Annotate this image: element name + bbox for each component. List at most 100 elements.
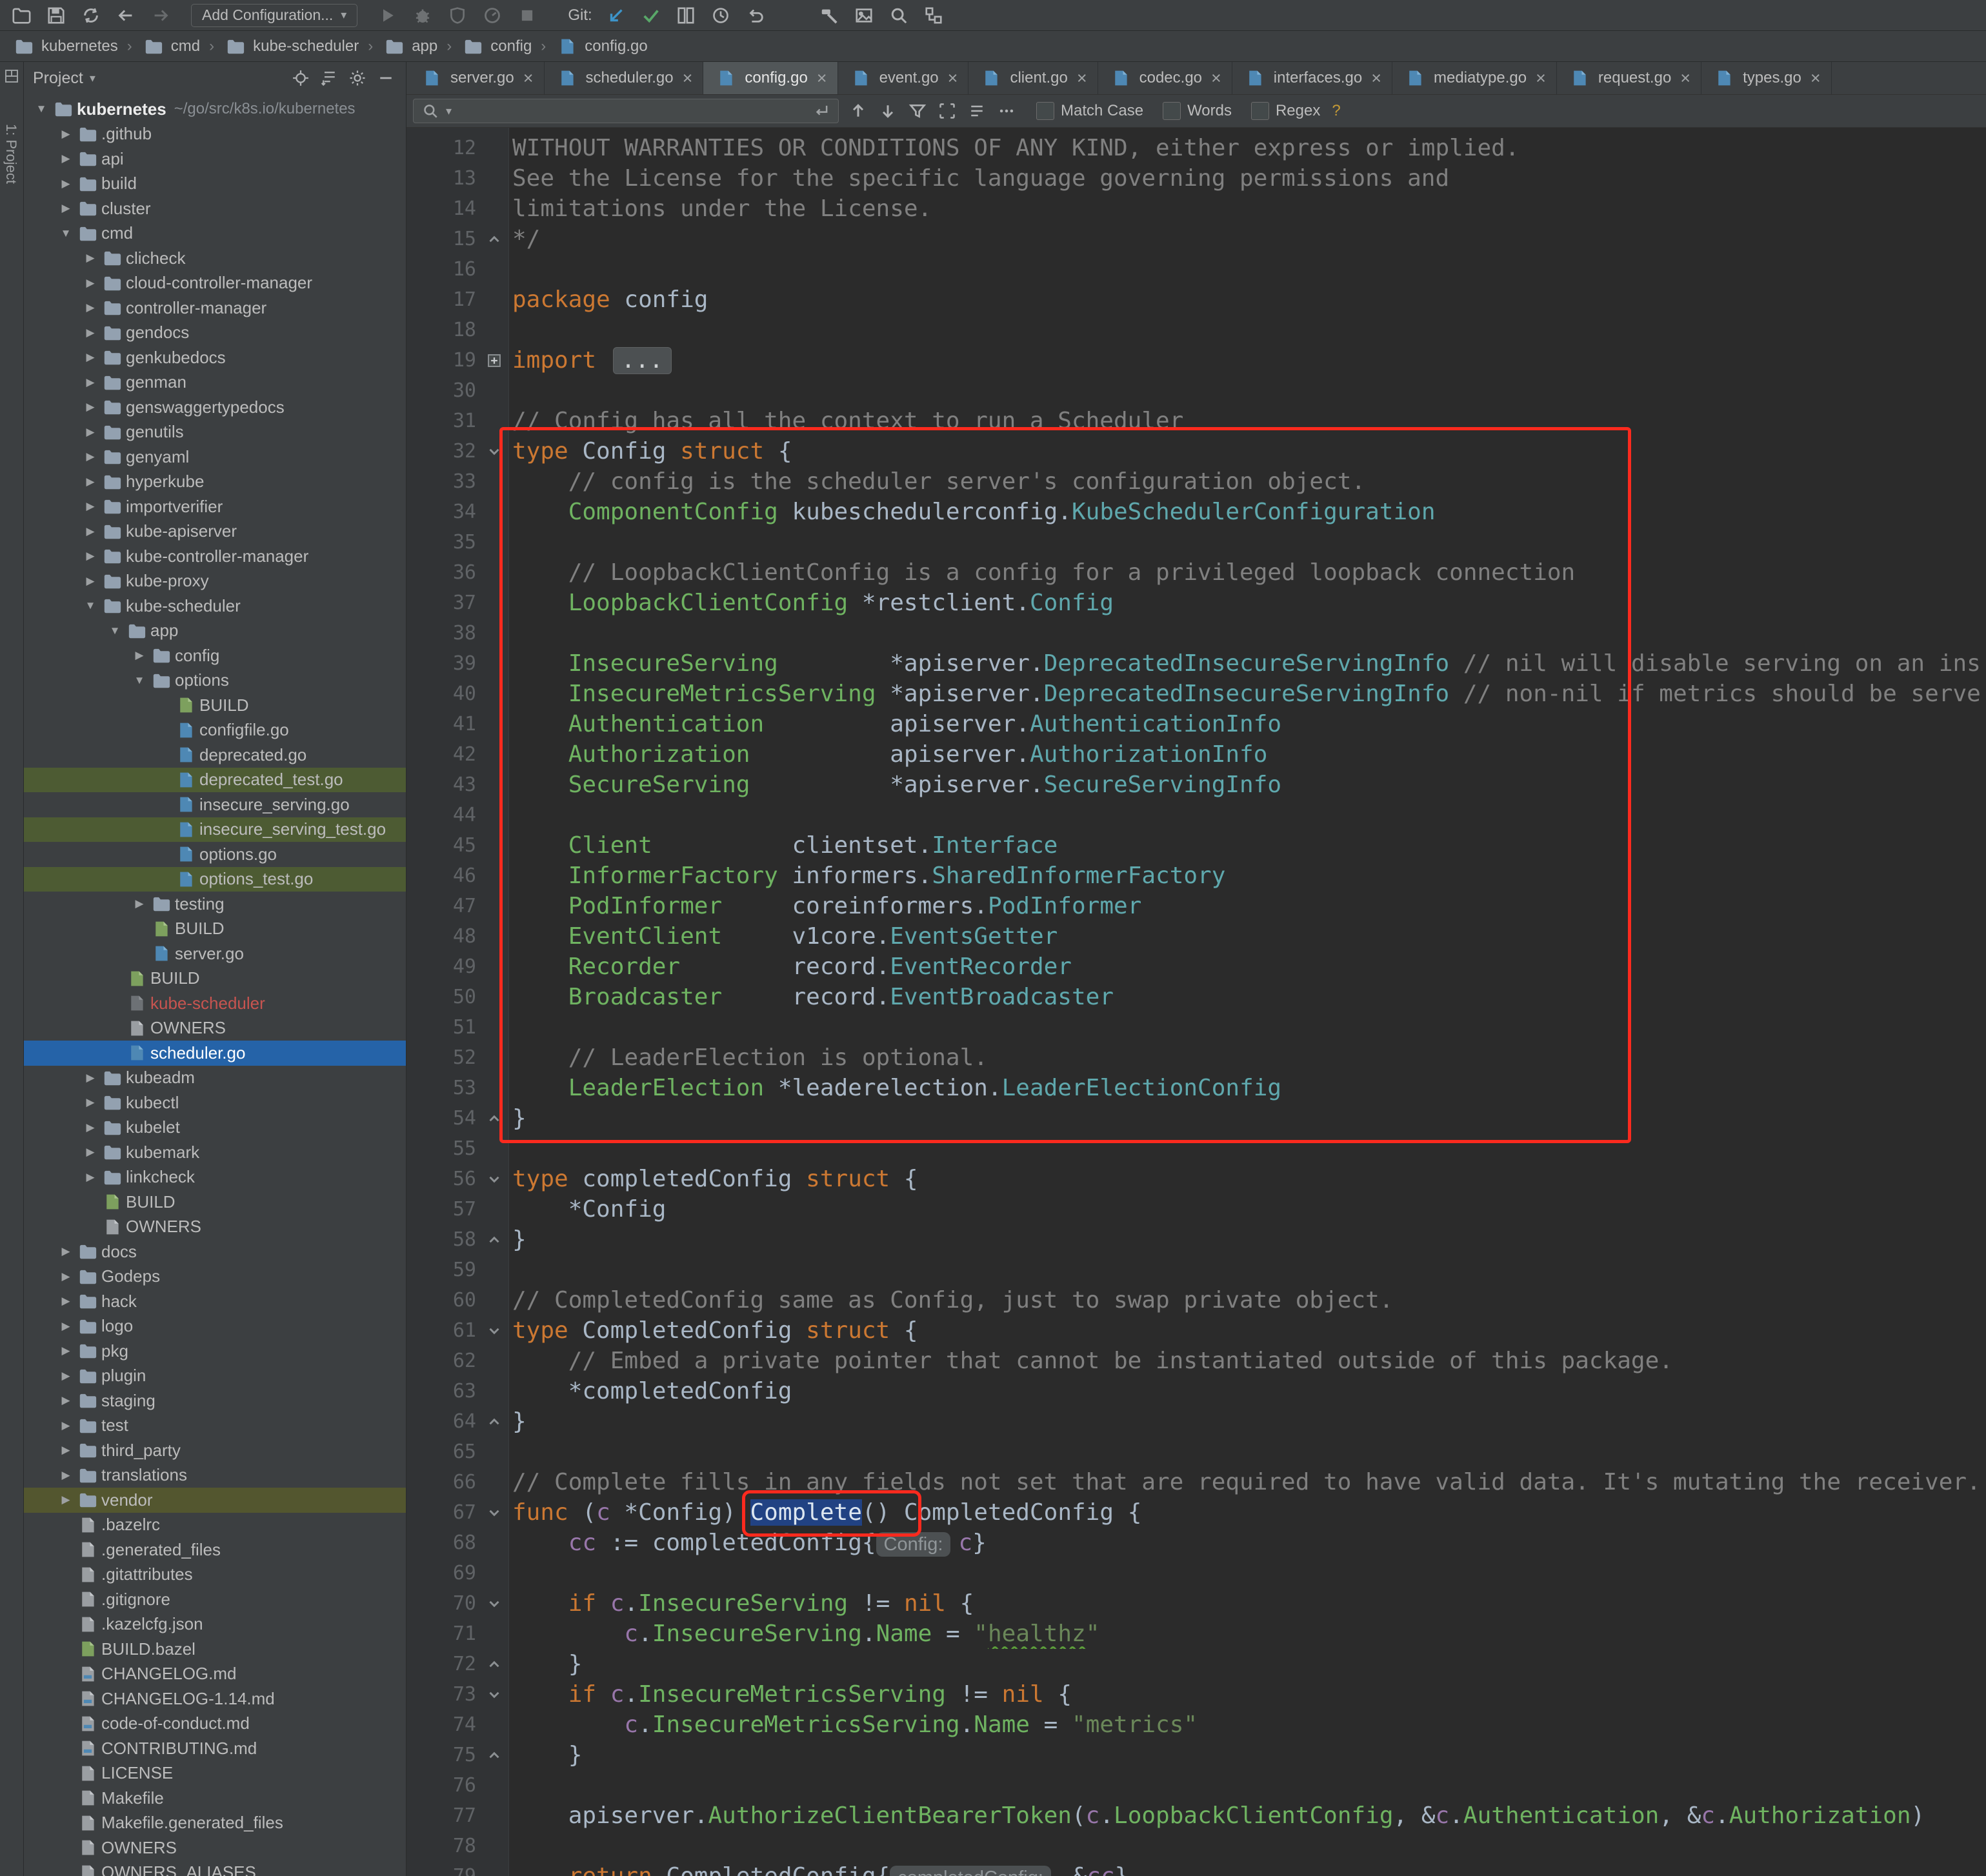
expand-arrow[interactable]: ▶ — [130, 897, 149, 910]
expand-arrow[interactable]: ▼ — [56, 227, 75, 240]
git-update-icon[interactable] — [605, 5, 627, 26]
tree-item[interactable]: deprecated_test.go — [24, 768, 406, 793]
line-number[interactable]: 50 — [406, 982, 480, 1012]
tree-item[interactable]: ▶importverifier — [24, 494, 406, 519]
profiler-icon[interactable] — [481, 5, 503, 26]
tree-item[interactable]: ▼cmd — [24, 221, 406, 246]
collapse-all-icon[interactable] — [318, 67, 340, 89]
editor-tab[interactable]: request.go× — [1557, 62, 1701, 94]
line-number[interactable]: 72 — [406, 1649, 480, 1679]
expand-arrow[interactable]: ▶ — [56, 1370, 75, 1382]
project-structure-icon[interactable] — [923, 5, 945, 26]
line-number[interactable]: 38 — [406, 618, 480, 648]
tree-item[interactable]: ▶kube-apiserver — [24, 519, 406, 544]
tree-item[interactable]: ▶gendocs — [24, 321, 406, 346]
tree-item[interactable]: options.go — [24, 842, 406, 867]
line-number[interactable]: 18 — [406, 315, 480, 345]
line-number[interactable]: 45 — [406, 830, 480, 861]
tool-window-grid-icon[interactable] — [4, 68, 19, 87]
fold-marker[interactable] — [480, 1656, 508, 1673]
expand-arrow[interactable]: ▶ — [81, 1171, 100, 1184]
tree-item[interactable]: ▶vendor — [24, 1488, 406, 1513]
fold-marker[interactable] — [480, 1232, 508, 1248]
line-number[interactable]: 67 — [406, 1497, 480, 1528]
build-icon[interactable] — [818, 5, 840, 26]
expand-arrow[interactable]: ▶ — [130, 649, 149, 662]
line-number[interactable]: 37 — [406, 588, 480, 618]
expand-arrow[interactable]: ▶ — [81, 1121, 100, 1134]
back-icon[interactable] — [115, 5, 137, 26]
tree-item[interactable]: ▶genman — [24, 370, 406, 395]
breadcrumb-item[interactable]: cmd — [141, 37, 200, 56]
expand-arrow[interactable]: ▼ — [81, 599, 100, 612]
line-number[interactable]: 75 — [406, 1740, 480, 1770]
expand-arrow[interactable]: ▶ — [81, 252, 100, 264]
tree-item[interactable]: ▶api — [24, 146, 406, 172]
gear-icon[interactable] — [346, 67, 368, 89]
history-icon[interactable] — [710, 5, 732, 26]
line-number[interactable]: 77 — [406, 1801, 480, 1831]
line-number[interactable]: 64 — [406, 1406, 480, 1437]
line-number[interactable]: 52 — [406, 1043, 480, 1073]
line-number[interactable]: 57 — [406, 1194, 480, 1224]
tree-item[interactable]: ▶kubelet — [24, 1115, 406, 1141]
line-number[interactable]: 36 — [406, 557, 480, 588]
tree-item[interactable]: ▶testing — [24, 892, 406, 917]
fold-marker[interactable] — [480, 1413, 508, 1430]
tree-item[interactable]: OWNERS — [24, 1215, 406, 1240]
tree-item[interactable]: ▶docs — [24, 1239, 406, 1264]
expand-arrow[interactable]: ▶ — [81, 550, 100, 563]
tree-item[interactable]: ▶translations — [24, 1463, 406, 1488]
expand-arrow[interactable]: ▶ — [56, 1493, 75, 1506]
expand-arrow[interactable]: ▼ — [32, 103, 51, 115]
expand-arrow[interactable]: ▶ — [56, 1270, 75, 1283]
line-number[interactable]: 15 — [406, 224, 480, 254]
tab-close-icon[interactable]: × — [1371, 68, 1381, 88]
tab-close-icon[interactable]: × — [683, 68, 693, 88]
breadcrumb-item[interactable]: kube-scheduler — [223, 37, 359, 56]
stop-icon[interactable] — [516, 5, 538, 26]
line-number[interactable]: 69 — [406, 1558, 480, 1588]
expand-arrow[interactable]: ▶ — [81, 277, 100, 290]
tree-item[interactable]: BUILD.bazel — [24, 1637, 406, 1662]
line-number[interactable]: 41 — [406, 709, 480, 739]
coverage-icon[interactable] — [446, 5, 468, 26]
tree-item[interactable]: BUILD — [24, 1190, 406, 1215]
git-commit-icon[interactable] — [640, 5, 662, 26]
search-text-field[interactable] — [457, 101, 806, 121]
preview-icon[interactable] — [853, 5, 875, 26]
tab-close-icon[interactable]: × — [1810, 68, 1821, 88]
prev-occurrence-icon[interactable] — [848, 101, 868, 121]
editor-tab[interactable]: interfaces.go× — [1232, 62, 1392, 94]
expand-arrow[interactable]: ▶ — [56, 152, 75, 165]
editor-tab[interactable]: server.go× — [409, 62, 545, 94]
project-stripe-label[interactable]: 1: Project — [3, 124, 19, 184]
tree-item[interactable]: ▶kubemark — [24, 1140, 406, 1165]
tree-item[interactable]: ▶config — [24, 643, 406, 668]
line-number[interactable]: 33 — [406, 466, 480, 497]
tree-item[interactable]: BUILD — [24, 966, 406, 992]
next-occurrence-icon[interactable] — [878, 101, 898, 121]
line-number[interactable]: 48 — [406, 921, 480, 952]
line-number[interactable]: 49 — [406, 952, 480, 982]
expand-arrow[interactable]: ▶ — [56, 1344, 75, 1357]
search-everywhere-icon[interactable] — [888, 5, 910, 26]
breadcrumb-item[interactable]: app — [382, 37, 437, 56]
line-number[interactable]: 63 — [406, 1376, 480, 1406]
code-area[interactable]: 12WITHOUT WARRANTIES OR CONDITIONS OF AN… — [406, 128, 1986, 1876]
tab-close-icon[interactable]: × — [817, 68, 827, 88]
line-number[interactable]: 70 — [406, 1588, 480, 1619]
tree-item[interactable]: ▶kube-controller-manager — [24, 544, 406, 569]
open-project-icon[interactable] — [10, 5, 32, 26]
line-number[interactable]: 14 — [406, 194, 480, 224]
git-diff-icon[interactable] — [675, 5, 697, 26]
editor-tab[interactable]: mediatype.go× — [1392, 62, 1557, 94]
expand-arrow[interactable]: ▶ — [81, 500, 100, 513]
editor-tab[interactable]: codec.go× — [1098, 62, 1232, 94]
fold-marker[interactable] — [480, 1504, 508, 1521]
expand-arrow[interactable]: ▶ — [56, 1419, 75, 1432]
sync-icon[interactable] — [80, 5, 102, 26]
line-number[interactable]: 13 — [406, 163, 480, 194]
panel-title[interactable]: Project — [33, 69, 83, 88]
editor-tab[interactable]: config.go× — [703, 62, 838, 94]
